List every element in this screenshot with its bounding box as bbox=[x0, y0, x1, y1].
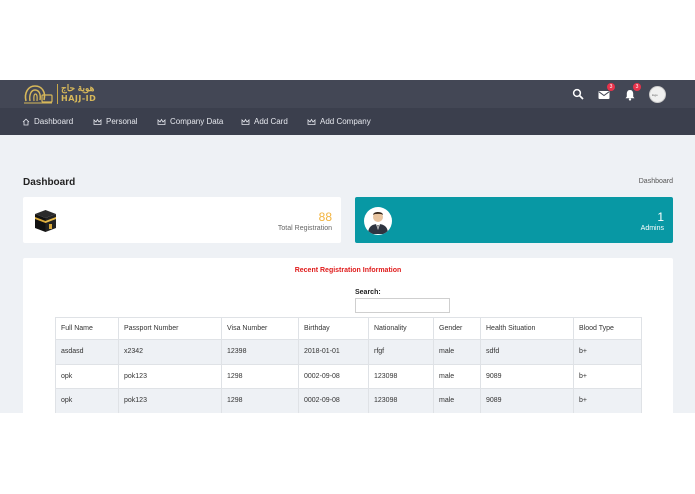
column-header[interactable]: Blood Type bbox=[573, 317, 642, 340]
messages-badge: 3 bbox=[607, 83, 615, 91]
mail-icon bbox=[598, 91, 610, 99]
messages-button[interactable]: 3 bbox=[598, 83, 615, 100]
page: هوية حاج HAJJ-ID 3 3 logo Dashboard Pers… bbox=[0, 0, 695, 494]
table-cell: asdasd bbox=[55, 339, 119, 365]
table-cell: opk bbox=[55, 388, 119, 413]
admins-card: 1 Admins bbox=[355, 197, 673, 243]
table-cell: sdfd bbox=[480, 339, 574, 365]
table-cell: b+ bbox=[573, 388, 642, 413]
column-header[interactable]: Nationality bbox=[368, 317, 434, 340]
notifications-button[interactable]: 3 bbox=[624, 83, 641, 101]
total-registration-value: 88 bbox=[318, 210, 332, 224]
registrations-table: Full Name Passport Number Visa Number Bi… bbox=[55, 317, 642, 413]
table-cell: b+ bbox=[573, 363, 642, 389]
crown-icon bbox=[157, 118, 166, 125]
recent-registration-panel: Recent Registration Information Search: … bbox=[23, 258, 673, 413]
crown-icon bbox=[307, 118, 316, 125]
logo-divider bbox=[57, 84, 58, 104]
nav-item-dashboard[interactable]: Dashboard bbox=[22, 108, 73, 135]
notifications-badge: 3 bbox=[633, 83, 641, 91]
column-header[interactable]: Birthday bbox=[298, 317, 369, 340]
nav-item-label: Personal bbox=[106, 117, 138, 126]
table-cell: 9089 bbox=[480, 363, 574, 389]
home-icon bbox=[22, 118, 30, 125]
nav-item-label: Dashboard bbox=[34, 117, 74, 126]
bell-icon bbox=[625, 90, 635, 101]
fingerprint-logo-icon bbox=[24, 85, 53, 104]
column-header[interactable]: Visa Number bbox=[221, 317, 299, 340]
hajj-id-logo[interactable]: هوية حاج HAJJ-ID bbox=[22, 82, 102, 106]
column-header[interactable]: Health Situation bbox=[480, 317, 574, 340]
admins-label: Admins bbox=[640, 225, 664, 232]
search-icon[interactable] bbox=[572, 88, 584, 100]
nav-item-personal[interactable]: Personal bbox=[93, 108, 138, 135]
kaaba-icon bbox=[35, 210, 56, 232]
table-cell: 9089 bbox=[480, 388, 574, 413]
app-shell: هوية حاج HAJJ-ID 3 3 logo Dashboard Pers… bbox=[0, 80, 695, 413]
table-cell: male bbox=[433, 388, 481, 413]
main-nav: Dashboard Personal Company Data Add Card bbox=[0, 108, 695, 135]
table-cell: 12398 bbox=[221, 339, 299, 365]
table-cell: 1298 bbox=[221, 363, 299, 389]
table-cell: male bbox=[433, 339, 481, 365]
table-cell: 0002-09-08 bbox=[298, 388, 369, 413]
search-input[interactable] bbox=[355, 298, 450, 313]
admin-person-icon bbox=[368, 212, 388, 234]
table-cell: 0002-09-08 bbox=[298, 363, 369, 389]
nav-item-add-company[interactable]: Add Company bbox=[307, 108, 371, 135]
nav-item-label: Add Company bbox=[320, 117, 371, 126]
nav-item-add-card[interactable]: Add Card bbox=[241, 108, 288, 135]
table-cell: pok123 bbox=[118, 388, 222, 413]
page-title: Dashboard bbox=[23, 177, 76, 188]
logo-arabic-text: هوية حاج bbox=[61, 83, 95, 93]
column-header[interactable]: Full Name bbox=[55, 317, 119, 340]
total-registration-card: 88 Total Registration bbox=[23, 197, 341, 243]
search-label: Search: bbox=[355, 289, 381, 296]
table-row: opk pok123 1298 0002-09-08 123098 male 9… bbox=[55, 363, 642, 389]
panel-title: Recent Registration Information bbox=[294, 267, 402, 274]
avatar-text: logo bbox=[652, 93, 658, 97]
nav-item-label: Company Data bbox=[170, 117, 224, 126]
breadcrumb[interactable]: Dashboard bbox=[639, 178, 673, 185]
nav-item-label: Add Card bbox=[254, 117, 288, 126]
table-row: asdasd x2342 12398 2018-01-01 rfgf male … bbox=[55, 339, 642, 365]
table-cell: opk bbox=[55, 363, 119, 389]
nav-item-company-data[interactable]: Company Data bbox=[157, 108, 223, 135]
crown-icon bbox=[93, 118, 102, 125]
column-header[interactable]: Passport Number bbox=[118, 317, 222, 340]
table-cell: b+ bbox=[573, 339, 642, 365]
table-cell: 2018-01-01 bbox=[298, 339, 369, 365]
table-cell: rfgf bbox=[368, 339, 434, 365]
table-cell: 123098 bbox=[368, 388, 434, 413]
table-cell: 123098 bbox=[368, 363, 434, 389]
table-cell: x2342 bbox=[118, 339, 222, 365]
admins-value: 1 bbox=[657, 210, 664, 224]
table-row: opk pok123 1298 0002-09-08 123098 male 9… bbox=[55, 388, 642, 413]
table-cell: 1298 bbox=[221, 388, 299, 413]
user-avatar[interactable]: logo bbox=[649, 86, 666, 103]
logo-english-text: HAJJ-ID bbox=[61, 94, 97, 103]
table-cell: male bbox=[433, 363, 481, 389]
table-cell: pok123 bbox=[118, 363, 222, 389]
crown-icon bbox=[241, 118, 250, 125]
admin-avatar bbox=[364, 207, 392, 235]
top-bar: هوية حاج HAJJ-ID 3 3 logo bbox=[0, 80, 695, 108]
total-registration-label: Total Registration bbox=[277, 225, 332, 232]
column-header[interactable]: Gender bbox=[433, 317, 481, 340]
table-header-row: Full Name Passport Number Visa Number Bi… bbox=[55, 317, 642, 340]
